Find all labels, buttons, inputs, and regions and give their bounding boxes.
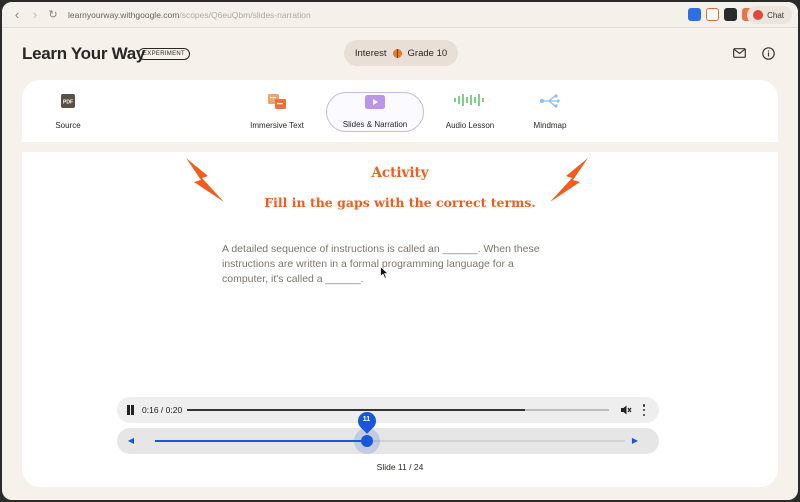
more-options-icon[interactable]: [642, 404, 646, 416]
tab-label: Slides & Narration: [342, 120, 408, 129]
lightning-bolt-icon: [550, 158, 588, 202]
chat-label: Chat: [767, 10, 784, 20]
audio-progress-fill: [187, 409, 525, 411]
reload-icon[interactable]: ↻: [44, 6, 62, 24]
tab-label: Mindmap: [533, 121, 567, 130]
slide-title: Activity: [371, 165, 429, 181]
audio-time: 0:16 / 0:20: [142, 405, 183, 415]
tab-label: Immersive Text: [250, 121, 304, 130]
url-host: learnyourway.withgoogle.com: [68, 9, 180, 20]
chat-icon: [753, 10, 764, 20]
interest-grade-selector[interactable]: Interest Grade 10: [344, 40, 458, 66]
play-slide-icon: [365, 95, 385, 111]
skip-to-end-icon[interactable]: ▶: [629, 435, 641, 447]
url-path: /scopes/Q6euQbm/slides-narration: [179, 9, 311, 20]
basketball-icon: [392, 48, 402, 58]
tab-immersive-text[interactable]: Immersive Text: [244, 92, 310, 132]
waveform-icon: [454, 94, 486, 108]
chat-button[interactable]: Chat: [747, 6, 792, 24]
interest-label: Interest: [354, 47, 387, 59]
tab-label: Source: [55, 121, 81, 130]
lesson-card: PDF Source Immersive Text Slides & Narra…: [22, 80, 778, 487]
grade-label: Grade 10: [407, 47, 448, 59]
audio-progress-bar[interactable]: [187, 409, 609, 411]
arrow-right-icon[interactable]: ›: [26, 6, 44, 24]
activity-passage: A detailed sequence of instructions is c…: [222, 243, 540, 285]
slide-track-fill: [155, 440, 367, 442]
pdf-icon: PDF: [61, 94, 75, 110]
slider-thumb[interactable]: [360, 435, 373, 447]
audio-player: 0:16 / 0:20: [117, 397, 659, 423]
slide-area: Activity Fill in the gaps with the corre…: [22, 152, 778, 487]
mute-icon[interactable]: [620, 404, 632, 416]
mindmap-icon: [539, 94, 561, 110]
experiment-badge: EXPERIMENT: [138, 48, 191, 60]
extension-icon[interactable]: [724, 8, 737, 21]
extension-icon[interactable]: [706, 8, 719, 21]
pause-icon[interactable]: [126, 405, 134, 415]
app-title: Learn Your Way: [22, 44, 146, 63]
address-bar[interactable]: learnyourway.withgoogle.com/scopes/Q6euQ…: [68, 10, 311, 20]
mouse-pointer-icon: [380, 266, 389, 279]
format-tabs: PDF Source Immersive Text Slides & Narra…: [22, 80, 778, 142]
browser-toolbar: ‹ › ↻ learnyourway.withgoogle.com/scopes…: [2, 2, 798, 28]
browser-window: ‹ › ↻ learnyourway.withgoogle.com/scopes…: [2, 2, 798, 500]
tab-mindmap[interactable]: Mindmap: [528, 92, 572, 132]
tab-audio-lesson[interactable]: Audio Lesson: [440, 92, 500, 132]
skip-to-start-icon[interactable]: ◀: [125, 435, 137, 447]
slide-track[interactable]: [155, 428, 625, 454]
extension-icon[interactable]: [688, 8, 701, 21]
svg-text:PDF: PDF: [63, 100, 73, 106]
tab-label: Audio Lesson: [445, 121, 495, 130]
arrow-left-icon[interactable]: ‹: [8, 6, 26, 24]
immersive-text-icon: [268, 94, 286, 111]
tabs-divider: [22, 142, 778, 152]
tab-slides-narration[interactable]: Slides & Narration: [326, 92, 424, 132]
slide-slider: ◀ ▶: [117, 428, 659, 454]
slide-subtitle: Fill in the gaps with the correct terms.: [264, 195, 536, 210]
lightning-bolt-icon: [186, 158, 224, 202]
info-icon[interactable]: [758, 43, 778, 63]
mail-icon[interactable]: [729, 43, 749, 63]
slide-counter: Slide 11 / 24: [376, 462, 424, 472]
tab-source[interactable]: PDF Source: [46, 92, 90, 132]
slide-number-tooltip-text: 11: [362, 416, 371, 423]
